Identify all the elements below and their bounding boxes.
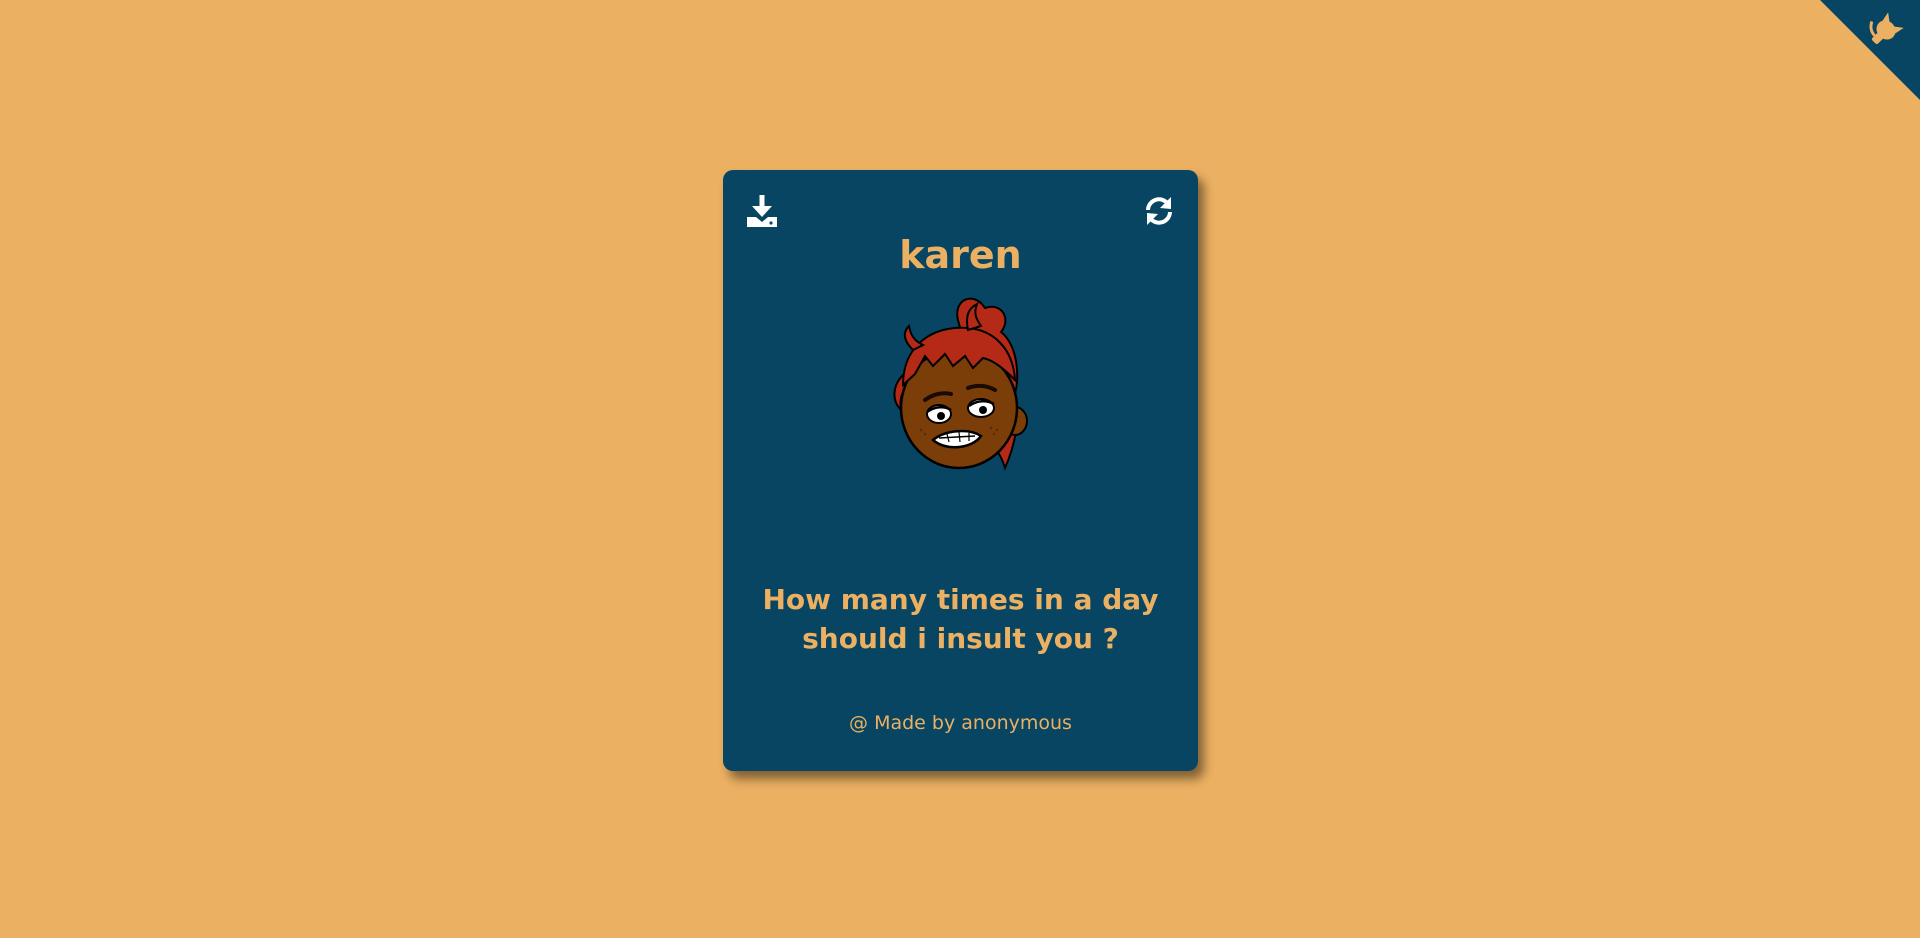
cartoon-face-avatar xyxy=(893,297,1028,471)
insult-card: karen How many times in a day should i i… xyxy=(723,170,1198,771)
github-octocat-icon xyxy=(1820,0,1920,100)
github-corner-link[interactable] xyxy=(1820,0,1920,100)
download-icon xyxy=(747,195,777,227)
refresh-icon xyxy=(1146,197,1172,225)
refresh-button[interactable] xyxy=(1142,194,1176,228)
credit-footer: @ Made by anonymous xyxy=(849,712,1072,734)
avatar xyxy=(873,290,1048,475)
card-title: karen xyxy=(899,233,1022,277)
download-button[interactable] xyxy=(745,194,779,228)
page: karen How many times in a day should i i… xyxy=(0,0,1920,938)
insult-question: How many times in a day should i insult … xyxy=(762,583,1159,655)
